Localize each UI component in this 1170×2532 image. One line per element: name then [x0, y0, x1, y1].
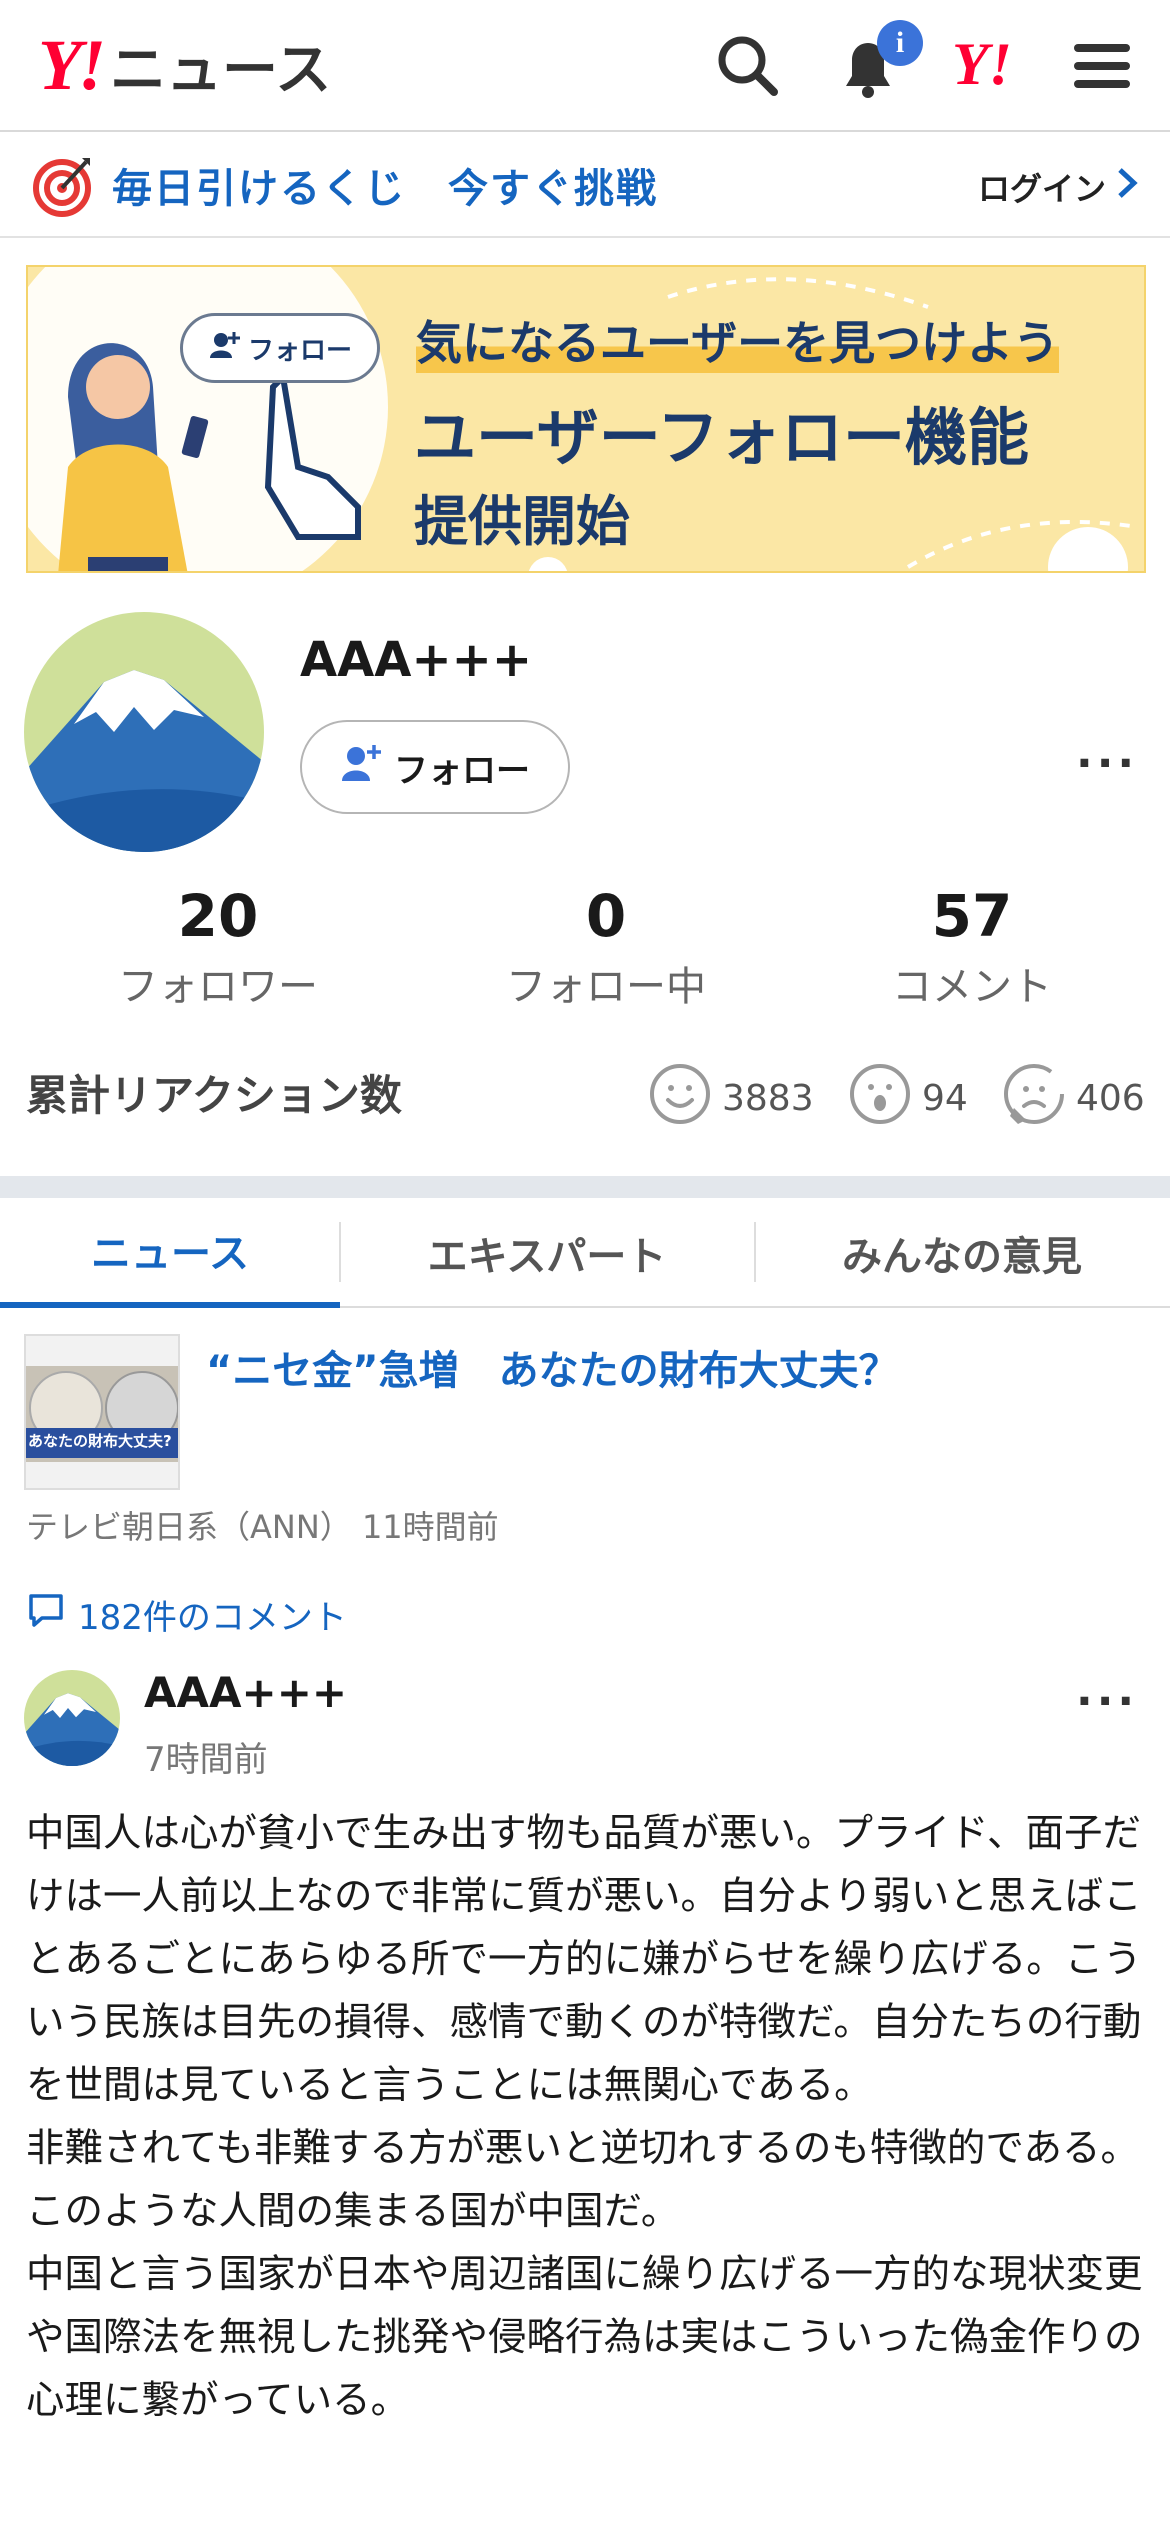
comment-body: 中国人は心が貧小で生み出す物も品質が悪い。プライド、面子だけは一人前以上なので非… [26, 1802, 1146, 2432]
comment-author: AAA+++ [144, 1668, 348, 1717]
notification-badge: i [877, 20, 923, 66]
login-label: ログイン [977, 170, 1106, 208]
yahoo-home-icon[interactable]: Y! [952, 30, 1012, 99]
article-comment-link[interactable]: 182件のコメント [26, 1590, 347, 1639]
section-divider [0, 1176, 1170, 1198]
news-logo-text: ニュース [110, 37, 332, 103]
profile-tabs: ニュース エキスパート みんなの意見 [0, 1198, 1170, 1308]
add-user-icon [208, 330, 242, 367]
banner-follow-pill: フォロー [180, 313, 380, 383]
banner-title: ユーザーフォロー機能 [414, 401, 1030, 474]
article-source: テレビ朝日系（ANN） 11時間前 [26, 1508, 499, 1546]
smile-icon [648, 1062, 712, 1135]
reaction-surprised: 94 [848, 1062, 968, 1135]
banner-subtitle: 提供開始 [414, 490, 630, 553]
profile-name: AAA+++ [300, 632, 533, 688]
follow-button-label: フォロー [394, 750, 530, 791]
stat-value: 0 [585, 882, 627, 950]
reactions-title: 累計リアクション数 [26, 1071, 402, 1120]
reaction-frown: 406 [1002, 1062, 1145, 1135]
comment-paragraph: 中国人は心が貧小で生み出す物も品質が悪い。プライド、面子だけは一人前以上なので非… [26, 1811, 1142, 2108]
tab-expert[interactable]: エキスパート [340, 1198, 754, 1308]
profile-more-icon[interactable]: ··· [1076, 738, 1138, 789]
app-header: Y! ニュース i Y! [0, 0, 1170, 132]
stat-label: コメント [892, 964, 1052, 1010]
stat-value: 57 [931, 882, 1013, 950]
stat-following[interactable]: 0 フォロー中 [456, 882, 756, 1012]
stat-label: フォロー中 [506, 964, 706, 1010]
stat-label: フォロワー [118, 964, 318, 1010]
reaction-count: 3883 [722, 1078, 814, 1119]
comment-avatar [24, 1670, 120, 1766]
reaction-count: 94 [922, 1078, 968, 1119]
comment-paragraph: このような人間の集まる国が中国だ。 [26, 2189, 680, 2234]
reaction-smile: 3883 [648, 1062, 814, 1135]
comment-count-label: 182件のコメント [78, 1598, 347, 1638]
stat-value: 20 [177, 882, 259, 950]
profile-avatar [24, 612, 264, 852]
comment-more-icon[interactable]: ··· [1076, 1676, 1138, 1727]
article-thumbnail[interactable]: あなたの財布大丈夫? [24, 1334, 180, 1490]
article-title[interactable]: “ニセ金”急増 あなたの財布大丈夫？ [206, 1338, 899, 1396]
comment-bubble-icon [26, 1590, 66, 1639]
target-icon [30, 154, 94, 222]
comment-time: 7時間前 [144, 1740, 268, 1780]
user-follow-banner[interactable]: フォロー 気になるユーザーを見つけよう ユーザーフォロー機能 提供開始 [26, 265, 1146, 573]
lottery-bar[interactable]: 毎日引けるくじ 今すぐ挑戦 ログイン [0, 134, 1170, 238]
follow-button[interactable]: フォロー [300, 720, 570, 814]
comment-paragraph: 非難されても非難する方が悪いと逆切れするのも特徴的である。 [26, 2126, 1140, 2171]
reaction-count: 406 [1076, 1078, 1145, 1119]
chevron-right-icon [1116, 167, 1140, 207]
mount-fuji-image [24, 1670, 120, 1766]
tab-everyones-opinion[interactable]: みんなの意見 [754, 1198, 1170, 1308]
hamburger-menu-icon[interactable] [1066, 30, 1138, 102]
yahoo-logo-mark: Y! [38, 24, 106, 105]
lottery-text[interactable]: 毎日引けるくじ 今すぐ挑戦 [112, 156, 658, 214]
tab-news[interactable]: ニュース [0, 1198, 340, 1308]
comment-paragraph: 中国と言う国家が日本や周辺諸国に繰り広げる一方的な現状変更や国際法を無視した挑発… [26, 2252, 1143, 2423]
stat-followers[interactable]: 20 フォロワー [68, 882, 368, 1012]
banner-headline: 気になるユーザーを見つけよう [416, 307, 1060, 373]
search-icon[interactable] [712, 30, 784, 102]
coins-image [26, 1336, 178, 1488]
thumbnail-caption: あなたの財布大丈夫? [28, 1432, 172, 1450]
yahoo-news-logo[interactable]: Y! ニュース [38, 25, 331, 105]
mount-fuji-image [24, 612, 264, 852]
surprised-icon [848, 1062, 912, 1135]
banner-pill-label: フォロー [247, 335, 352, 366]
add-user-icon [340, 743, 384, 792]
stat-comments[interactable]: 57 コメント [822, 882, 1122, 1012]
frown-icon [1002, 1062, 1066, 1135]
login-link[interactable]: ログイン [978, 164, 1140, 210]
